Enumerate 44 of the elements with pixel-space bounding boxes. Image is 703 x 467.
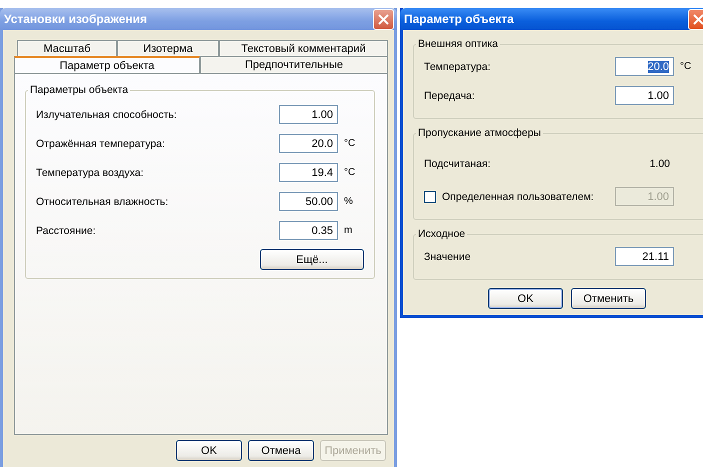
field-label: Расстояние: xyxy=(36,224,97,236)
checkbox-label: Определенная пользователем: xyxy=(442,190,595,202)
group-title: Внешняя оптика xyxy=(417,38,500,50)
field-label: Температура: xyxy=(424,60,492,72)
close-icon xyxy=(693,14,703,24)
unit-label: °C xyxy=(344,138,356,149)
tab[interactable]: Изотерма xyxy=(117,40,219,56)
input-field[interactable]: 0.35 xyxy=(279,221,338,240)
more-button[interactable]: Ещё... xyxy=(260,249,364,270)
tab[interactable]: Предпочтительные xyxy=(200,56,388,73)
input-field[interactable]: 1.00 xyxy=(279,105,338,124)
close-button[interactable] xyxy=(373,8,394,30)
field-label: Передача: xyxy=(424,90,476,102)
dialog-button[interactable]: Отменить xyxy=(571,288,646,309)
field-label: Излучательная способность: xyxy=(36,108,178,120)
unit-label: °C xyxy=(680,61,692,72)
unit-label: m xyxy=(344,225,354,236)
dialog-button[interactable]: Отмена xyxy=(248,440,314,461)
input-field[interactable]: 20.0 xyxy=(615,57,674,76)
input-field[interactable]: 20.0 xyxy=(279,134,338,153)
dialog-button[interactable]: OK xyxy=(488,288,563,309)
window-title: Параметр объекта xyxy=(404,12,514,26)
field-label: Температура воздуха: xyxy=(36,166,145,178)
field-label: Значение xyxy=(424,250,472,262)
value-text: 1.00 xyxy=(648,158,671,170)
field-label: Относительная влажность: xyxy=(36,196,170,208)
window-title: Установки изображения xyxy=(4,12,148,26)
input-field[interactable]: 19.4 xyxy=(279,163,338,182)
field-label: Отражённая температура: xyxy=(36,138,166,150)
input-field[interactable]: 21.11 xyxy=(615,247,674,266)
tab[interactable]: Текстовый комментарий xyxy=(219,40,388,56)
unit-label: % xyxy=(344,196,354,207)
close-button[interactable] xyxy=(688,8,703,30)
input-field[interactable]: 50.00 xyxy=(279,192,338,211)
dialog-button[interactable]: OK xyxy=(176,440,242,461)
group-title: Параметры объекта xyxy=(29,84,130,96)
close-icon xyxy=(378,14,389,24)
field-label: Подсчитаная: xyxy=(424,158,492,170)
tab[interactable]: Параметр объекта xyxy=(14,56,200,73)
unit-label: °C xyxy=(344,167,356,178)
input-field[interactable]: 1.00 xyxy=(615,86,674,105)
group-title: Исходное xyxy=(417,228,466,240)
group-title: Пропускание атмосферы xyxy=(417,127,542,139)
tab[interactable]: Масштаб xyxy=(17,40,117,56)
